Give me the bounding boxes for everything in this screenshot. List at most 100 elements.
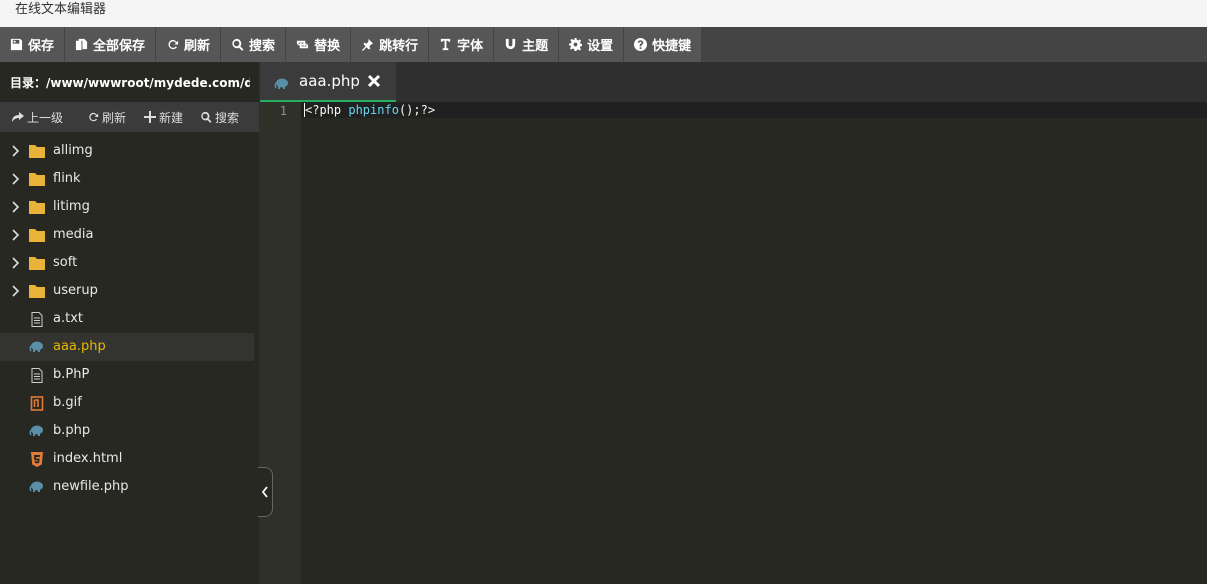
chevron-right-icon[interactable] — [11, 229, 23, 241]
text-cursor — [304, 103, 305, 117]
text-file-icon — [29, 368, 45, 383]
php-elephant-icon — [29, 340, 45, 354]
shortcuts-button[interactable]: 快捷键 — [624, 27, 703, 62]
search-icon — [201, 111, 212, 123]
line-number: 1 — [279, 104, 287, 118]
sidebar-collapse-handle[interactable] — [258, 467, 273, 517]
share-arrow-icon — [12, 112, 24, 122]
theme-label: 主题 — [522, 39, 549, 54]
image-file-icon — [29, 396, 45, 411]
font-button[interactable]: 字体 — [429, 27, 495, 62]
floppy-icon — [10, 38, 23, 51]
question-circle-icon — [634, 38, 648, 51]
tab-label: aaa.php — [299, 72, 360, 90]
toolbar: 保存 全部保存 刷新 搜索 替换 跳转行 字体 主题 设置 快捷键 — [0, 27, 1207, 62]
tree-item-label: litimg — [53, 199, 90, 214]
tree-file-b-gif[interactable]: b.gif — [0, 389, 254, 417]
chevron-right-icon[interactable] — [11, 257, 23, 269]
folder-icon — [29, 144, 45, 158]
tree-file-aaa-php[interactable]: aaa.php — [0, 333, 254, 361]
save-all-button[interactable]: 全部保存 — [65, 27, 157, 62]
new-file-button[interactable]: 新建 — [144, 109, 183, 126]
tree-folder-soft[interactable]: soft — [0, 249, 254, 277]
tree-folder-userup[interactable]: userup — [0, 277, 254, 305]
chevron-right-icon[interactable] — [11, 201, 23, 213]
refresh-label: 刷新 — [184, 39, 211, 54]
tree-item-label: flink — [53, 171, 81, 186]
font-label: 字体 — [457, 39, 484, 54]
php-elephant-icon — [29, 480, 45, 494]
directory-path: 目录：/www/wwwroot/mydede.com/d... — [10, 76, 250, 90]
chevron-left-icon — [261, 486, 268, 498]
up-level-label: 上一级 — [27, 110, 64, 125]
tree-folder-media[interactable]: media — [0, 221, 254, 249]
code-area[interactable]: <?php phpinfo();?> — [305, 103, 435, 117]
sidebar-refresh-label: 刷新 — [102, 110, 127, 125]
tree-item-label: a.txt — [53, 311, 83, 326]
save-all-label: 全部保存 — [93, 39, 146, 54]
save-button[interactable]: 保存 — [0, 27, 66, 62]
tree-folder-flink[interactable]: flink — [0, 165, 254, 193]
search-label: 搜索 — [249, 39, 276, 54]
sidebar-search-button[interactable]: 搜索 — [200, 109, 239, 126]
code-php-open: <?php — [305, 103, 349, 117]
settings-button[interactable]: 设置 — [559, 27, 625, 62]
tree-item-label: b.gif — [53, 395, 82, 410]
chevron-right-icon[interactable] — [11, 145, 23, 157]
php-elephant-icon — [29, 424, 45, 438]
pin-icon — [362, 38, 374, 51]
goto-line-button[interactable]: 跳转行 — [351, 27, 430, 62]
tree-item-label: newfile.php — [53, 479, 129, 494]
files-icon — [75, 38, 88, 51]
file-sidebar: 目录：/www/wwwroot/mydede.com/d... 上一级 刷新 新… — [0, 62, 259, 584]
html5-icon — [29, 452, 45, 467]
tree-folder-allimg[interactable]: allimg — [0, 137, 254, 165]
tab-aaa-php[interactable]: aaa.php — [260, 62, 396, 102]
tree-item-label: index.html — [53, 451, 123, 466]
search-button[interactable]: 搜索 — [221, 27, 287, 62]
active-line-highlight — [301, 102, 1207, 118]
close-icon[interactable] — [367, 73, 381, 88]
folder-icon — [29, 284, 45, 298]
tree-item-label: aaa.php — [53, 339, 106, 354]
tree-item-label: b.PhP — [53, 367, 90, 382]
tree-file-newfile-php[interactable]: newfile.php — [0, 473, 254, 501]
replace-button[interactable]: 替换 — [286, 27, 352, 62]
gear-icon — [569, 38, 583, 51]
refresh-button[interactable]: 刷新 — [156, 27, 222, 62]
sidebar-refresh-button[interactable]: 刷新 — [87, 109, 126, 126]
theme-button[interactable]: 主题 — [494, 27, 560, 62]
tree-file-b-PhP[interactable]: b.PhP — [0, 361, 254, 389]
magnet-icon — [505, 38, 516, 50]
text-file-icon — [29, 312, 45, 327]
editor-tabbar: aaa.php — [259, 62, 1207, 102]
tree-item-label: media — [53, 227, 94, 242]
sidebar-toolbar: 上一级 刷新 新建 搜索 — [0, 102, 259, 132]
tree-file-a-txt[interactable]: a.txt — [0, 305, 254, 333]
code-function: phpinfo — [348, 103, 399, 117]
code-editor: aaa.php 1 <?php phpinfo();?> — [259, 62, 1207, 584]
folder-icon — [29, 256, 45, 270]
tree-file-b-php[interactable]: b.php — [0, 417, 254, 445]
tree-file-index-html[interactable]: index.html — [0, 445, 254, 473]
folder-icon — [29, 200, 45, 214]
text-height-icon — [440, 38, 451, 51]
retweet-icon — [296, 40, 309, 49]
tree-folder-litimg[interactable]: litimg — [0, 193, 254, 221]
tree-item-label: soft — [53, 255, 78, 270]
replace-label: 替换 — [314, 39, 341, 54]
chevron-right-icon[interactable] — [11, 285, 23, 297]
folder-icon — [29, 172, 45, 186]
search-icon — [232, 38, 244, 51]
folder-icon — [29, 228, 45, 242]
refresh-icon — [168, 39, 179, 50]
code-rest: ();?> — [398, 103, 436, 117]
php-elephant-icon — [274, 76, 290, 95]
goto-line-label: 跳转行 — [379, 39, 419, 54]
shortcuts-label: 快捷键 — [652, 39, 692, 54]
sidebar-search-label: 搜索 — [215, 110, 240, 125]
save-label: 保存 — [28, 39, 55, 54]
new-file-label: 新建 — [159, 110, 184, 125]
chevron-right-icon[interactable] — [11, 173, 23, 185]
up-level-button[interactable]: 上一级 — [12, 109, 63, 126]
